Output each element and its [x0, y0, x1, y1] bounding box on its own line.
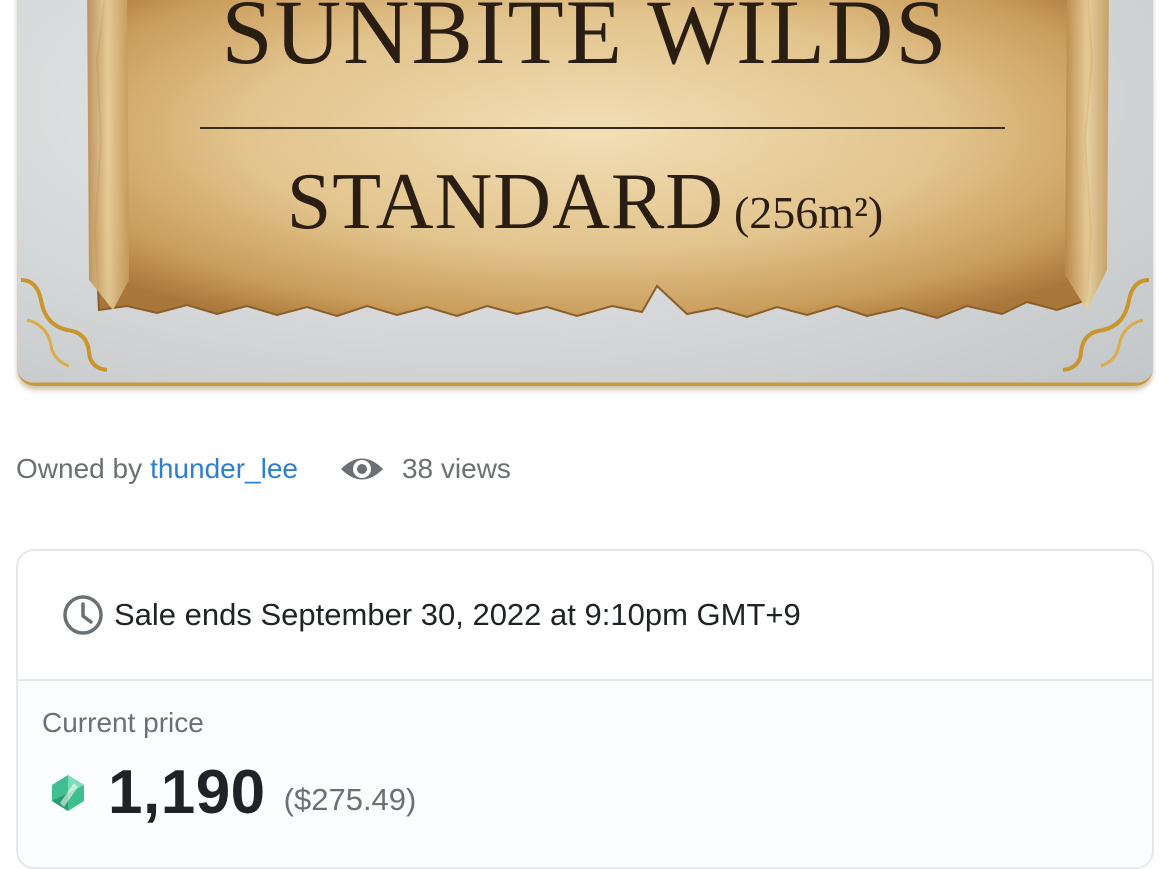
price-amount: 1,190 — [108, 758, 266, 827]
eye-icon — [339, 454, 385, 484]
artwork-size-name: STANDARD — [286, 158, 724, 246]
owner-views-row: Owned by thunder_lee 38 views — [16, 450, 511, 488]
owner-link[interactable]: thunder_lee — [150, 453, 298, 485]
price-row: 1,190 ($275.49) — [42, 757, 1152, 828]
owner-prefix: Owned by — [16, 453, 143, 484]
current-price-label: Current price — [42, 707, 204, 738]
sale-ends-text: Sale ends September 30, 2022 at 9:10pm G… — [114, 597, 801, 632]
sale-panel: Sale ends September 30, 2022 at 9:10pm G… — [16, 549, 1154, 869]
nft-artwork[interactable]: SUNBITE WILDS STANDARD (256m²) — [17, 0, 1153, 386]
artwork-subtitle: STANDARD (256m²) — [17, 162, 1153, 242]
artwork-size-area: (256m²) — [733, 187, 884, 238]
sale-header: Sale ends September 30, 2022 at 9:10pm G… — [18, 551, 1152, 681]
artwork-title: SUNBITE WILDS — [221, 0, 949, 83]
price-usd: ($275.49) — [283, 781, 417, 817]
views-count: 38 views — [401, 453, 511, 484]
token-icon — [48, 773, 88, 813]
clock-icon — [62, 594, 104, 636]
artwork-divider — [200, 127, 1005, 129]
price-section: Current price 1,190 ($275.49) — [18, 681, 1152, 867]
